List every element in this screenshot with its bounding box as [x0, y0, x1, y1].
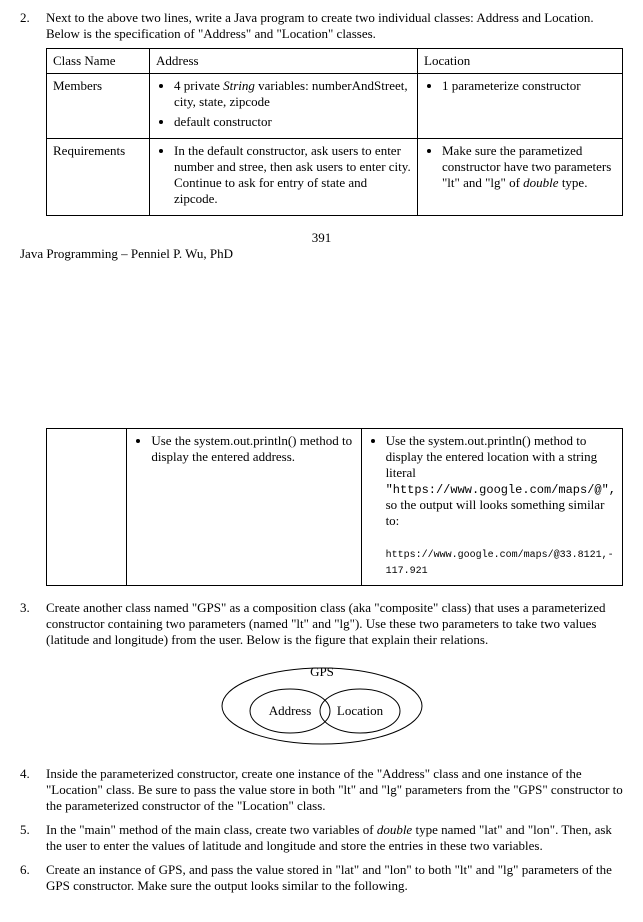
- cell-location-hdr: Location: [418, 49, 623, 74]
- question-2: 2. Next to the above two lines, write a …: [20, 10, 623, 222]
- question-4: 4. Inside the parameterized constructor,…: [20, 766, 623, 814]
- list-item: Use the system.out.println() method to d…: [151, 433, 354, 465]
- text-italic: String: [223, 78, 255, 93]
- question-3: 3. Create another class named "GPS" as a…: [20, 600, 623, 648]
- table-row: Members 4 private String variables: numb…: [47, 74, 623, 139]
- list-item: 1 parameterize constructor: [442, 78, 616, 94]
- q2-number: 2.: [20, 10, 46, 222]
- list-item: 4 private String variables: numberAndStr…: [174, 78, 411, 110]
- table-row: Use the system.out.println() method to d…: [47, 429, 623, 586]
- q6-body: Create an instance of GPS, and pass the …: [46, 862, 623, 894]
- cell-location-out: Use the system.out.println() method to d…: [361, 429, 622, 586]
- text: so the output will looks something simil…: [386, 497, 605, 528]
- question-6: 6. Create an instance of GPS, and pass t…: [20, 862, 623, 894]
- q4-body: Inside the parameterized constructor, cr…: [46, 766, 623, 814]
- q2-intro-line2: Below is the specification of "Address" …: [46, 26, 623, 42]
- venn-left-label: Address: [268, 703, 311, 718]
- text-italic: double: [523, 175, 558, 190]
- q6-number: 6.: [20, 862, 46, 894]
- list-item: Use the system.out.println() method to d…: [386, 433, 616, 577]
- list-item: Make sure the parametized constructor ha…: [442, 143, 616, 191]
- cell-location-members: 1 parameterize constructor: [418, 74, 623, 139]
- url-literal: "https://www.google.com/maps/@",: [386, 483, 616, 497]
- page-number: 391: [20, 230, 623, 246]
- cell-address-out: Use the system.out.println() method to d…: [127, 429, 361, 586]
- spec-table-1: Class Name Address Location Members 4 pr…: [46, 48, 623, 216]
- spec-table-2: Use the system.out.println() method to d…: [46, 428, 623, 586]
- cell-requirements-hdr: Requirements: [47, 139, 150, 216]
- q5-number: 5.: [20, 822, 46, 854]
- spec-table-2-wrap: Use the system.out.println() method to d…: [20, 422, 623, 592]
- cell-address-req: In the default constructor, ask users to…: [150, 139, 418, 216]
- cell-address-hdr: Address: [150, 49, 418, 74]
- cell-members-hdr: Members: [47, 74, 150, 139]
- cell-classname-hdr: Class Name: [47, 49, 150, 74]
- question-5: 5. In the "main" method of the main clas…: [20, 822, 623, 854]
- q3-body: Create another class named "GPS" as a co…: [46, 600, 623, 648]
- q2-intro-line1: Next to the above two lines, write a Jav…: [46, 10, 623, 26]
- list-item: default constructor: [174, 114, 411, 130]
- table-row: Requirements In the default constructor,…: [47, 139, 623, 216]
- cell-location-req: Make sure the parametized constructor ha…: [418, 139, 623, 216]
- venn-right-label: Location: [336, 703, 383, 718]
- list-item: In the default constructor, ask users to…: [174, 143, 411, 207]
- example-output: https://www.google.com/maps/@33.8121,-11…: [386, 550, 614, 577]
- cell-empty: [47, 429, 127, 586]
- text: Use the system.out.println() method to d…: [386, 433, 598, 480]
- text: type.: [559, 175, 588, 190]
- venn-outer-label: GPS: [310, 664, 334, 679]
- q3-number: 3.: [20, 600, 46, 648]
- text: 4 private: [174, 78, 223, 93]
- q2-body: Next to the above two lines, write a Jav…: [46, 10, 623, 222]
- q5-body: In the "main" method of the main class, …: [46, 822, 623, 854]
- cell-address-members: 4 private String variables: numberAndStr…: [150, 74, 418, 139]
- table-row: Class Name Address Location: [47, 49, 623, 74]
- text-italic: double: [377, 822, 412, 837]
- q4-number: 4.: [20, 766, 46, 814]
- venn-diagram: GPS Address Location: [212, 656, 432, 746]
- page-footer: Java Programming – Penniel P. Wu, PhD: [20, 246, 623, 262]
- text: In the "main" method of the main class, …: [46, 822, 377, 837]
